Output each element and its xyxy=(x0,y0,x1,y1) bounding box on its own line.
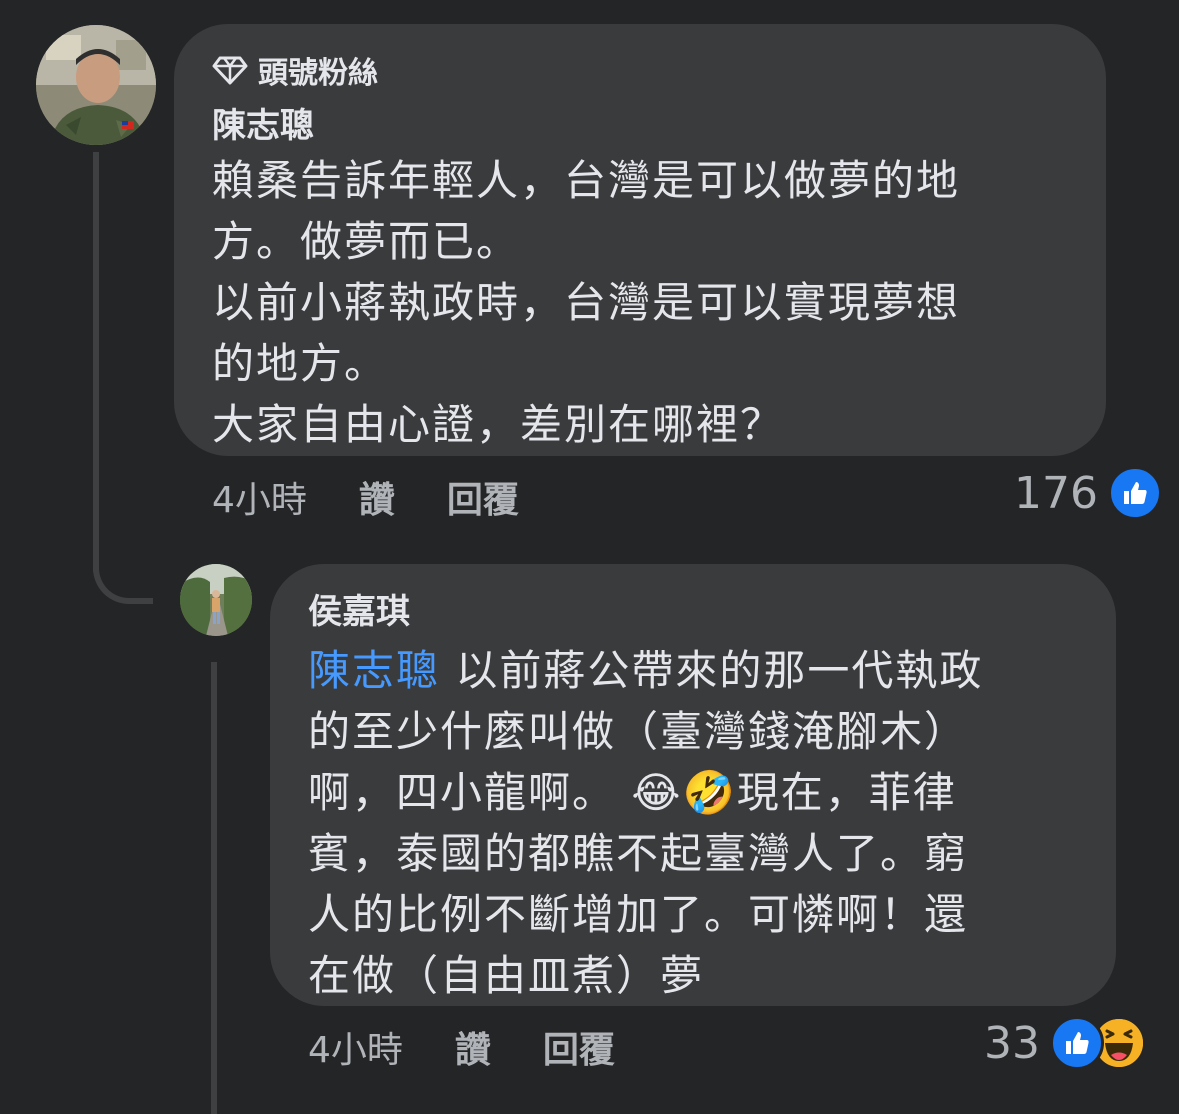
reply-bubble: 侯嘉琪 陳志聰 以前蔣公帶來的那一代執政 的至少什麼叫做（臺灣錢淹腳木） 啊，四… xyxy=(270,564,1116,1006)
face-with-tears-of-joy-emoji: 😂 xyxy=(631,768,683,817)
top-fan-badge[interactable]: 頭號粉絲 xyxy=(212,50,1070,91)
comment-thread: 頭號粉絲 陳志聰 賴桑告訴年輕人，台灣是可以做夢的地 方。做夢而已。 以前小蔣執… xyxy=(0,0,1179,1114)
like-button[interactable]: 讚 xyxy=(359,471,395,523)
comment-author[interactable]: 陳志聰 xyxy=(212,104,1070,148)
reaction-count: 176 xyxy=(1014,467,1098,519)
avatar-photo xyxy=(180,564,252,636)
badge-label: 頭號粉絲 xyxy=(258,56,378,91)
comment-timestamp[interactable]: 4小時 xyxy=(212,471,307,523)
reply-button[interactable]: 回覆 xyxy=(447,471,519,523)
reply-thread-line xyxy=(211,662,217,1114)
reply-avatar[interactable] xyxy=(180,564,252,636)
reply-button[interactable]: 回覆 xyxy=(543,1021,615,1073)
mention-link[interactable]: 陳志聰 xyxy=(308,646,440,695)
reaction-summary[interactable]: 176 xyxy=(1014,466,1162,520)
comment-bubble: 頭號粉絲 陳志聰 賴桑告訴年輕人，台灣是可以做夢的地 方。做夢而已。 以前小蔣執… xyxy=(174,24,1106,456)
thread-line xyxy=(93,152,99,572)
like-button[interactable]: 讚 xyxy=(455,1021,491,1073)
reaction-count: 33 xyxy=(984,1017,1040,1069)
comment-actions: 4小時 讚 回覆 xyxy=(212,472,519,522)
diamond-icon xyxy=(212,55,248,85)
avatar[interactable] xyxy=(36,25,156,145)
like-reaction-icon xyxy=(1050,1016,1104,1070)
reply-text: 陳志聰 以前蔣公帶來的那一代執政 的至少什麼叫做（臺灣錢淹腳木） 啊，四小龍啊。… xyxy=(308,640,1080,1006)
reply-author[interactable]: 侯嘉琪 xyxy=(308,590,1080,634)
reply-reaction-summary[interactable]: 33 xyxy=(984,1016,1146,1070)
thread-connector xyxy=(93,540,153,604)
comment-text: 賴桑告訴年輕人，台灣是可以做夢的地 方。做夢而已。 以前小蔣執政時，台灣是可以實… xyxy=(212,156,961,449)
like-reaction-icon xyxy=(1107,466,1162,520)
reply-timestamp[interactable]: 4小時 xyxy=(308,1021,403,1073)
rolling-on-floor-laughing-emoji: 🤣 xyxy=(682,768,737,817)
reply-actions: 4小時 讚 回覆 xyxy=(308,1022,615,1072)
avatar-photo xyxy=(36,25,156,145)
